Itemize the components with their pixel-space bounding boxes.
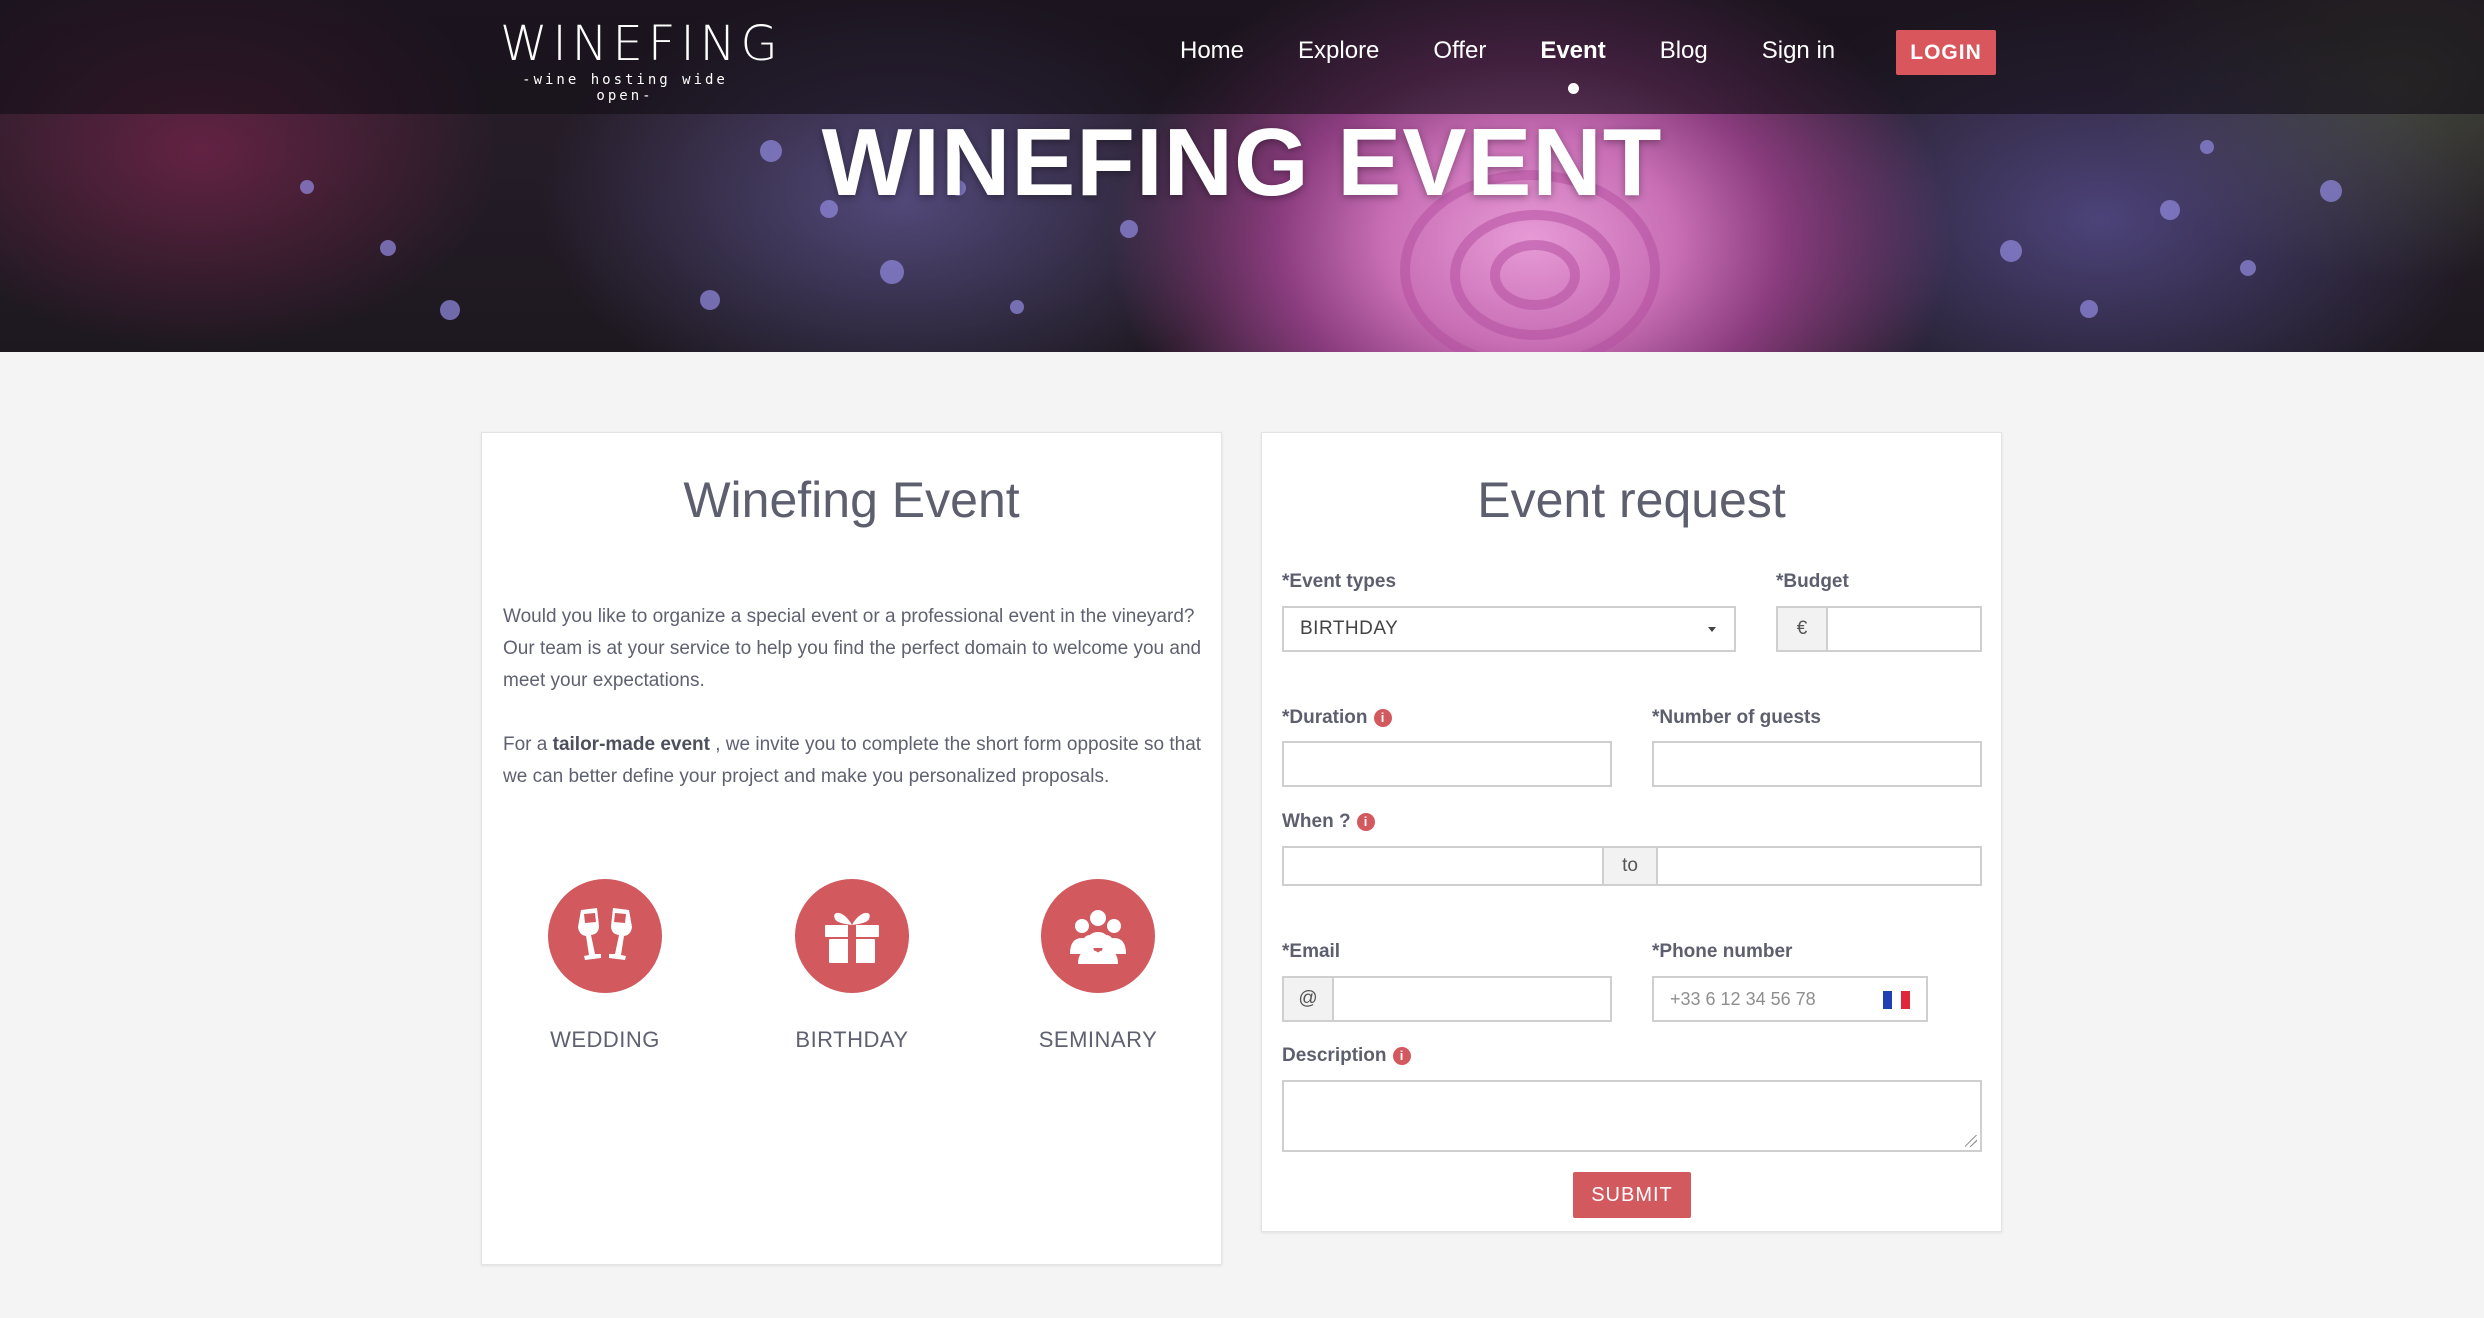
main-nav: Home Explore Offer Event Blog Sign in — [1180, 36, 1889, 94]
logo-wordmark: WINEFING — [500, 16, 783, 72]
gift-icon — [795, 879, 909, 993]
group-icon — [1041, 879, 1155, 993]
when-start-input[interactable] — [1282, 846, 1604, 886]
email-label: *Email — [1282, 941, 1341, 962]
champagne-glasses-icon — [548, 879, 662, 993]
nav-event[interactable]: Event — [1540, 36, 1606, 94]
event-type-wedding-label: WEDDING — [550, 1027, 660, 1052]
description-label: Description i — [1282, 1045, 1411, 1067]
email-input[interactable] — [1332, 976, 1612, 1022]
description-textarea[interactable] — [1282, 1080, 1982, 1152]
guests-input[interactable] — [1652, 741, 1982, 787]
event-info-title: Winefing Event — [683, 472, 1020, 528]
when-label-text: When ? — [1282, 811, 1351, 832]
event-types-label: *Event types — [1282, 571, 1397, 592]
phone-input[interactable]: +33 6 12 34 56 78 — [1652, 976, 1928, 1022]
winefing-logo[interactable]: WINEFING -wine hosting wide open- — [500, 16, 783, 104]
submit-button[interactable]: SUBMIT — [1573, 1172, 1691, 1218]
when-label: When ? i — [1282, 811, 1375, 833]
event-info-card: Winefing Event Would you like to organiz… — [481, 432, 1222, 1265]
hero-banner: WINEFING -wine hosting wide open- Home E… — [0, 0, 2484, 352]
intro-paragraph-1: Would you like to organize a special eve… — [503, 606, 1202, 691]
intro-paragraph-2-start: For a — [503, 734, 553, 755]
nav-offer[interactable]: Offer — [1433, 36, 1486, 66]
info-icon[interactable]: i — [1356, 813, 1375, 831]
euro-addon: € — [1776, 606, 1828, 652]
phone-placeholder: +33 6 12 34 56 78 — [1670, 989, 1816, 1009]
tailor-made-event-text: tailor-made event — [552, 734, 710, 755]
event-types-select[interactable]: BIRTHDAY — [1282, 606, 1736, 652]
france-flag-icon[interactable] — [1883, 991, 1910, 1009]
description-label-text: Description — [1282, 1045, 1387, 1066]
phone-label: *Phone number — [1652, 941, 1793, 962]
info-icon[interactable]: i — [1373, 709, 1392, 727]
duration-label: *Duration i — [1282, 707, 1392, 729]
event-type-birthday-label: BIRTHDAY — [795, 1027, 909, 1052]
budget-label: *Budget — [1776, 571, 1849, 592]
nav-blog[interactable]: Blog — [1660, 36, 1708, 66]
info-icon[interactable]: i — [1392, 1047, 1411, 1065]
event-info-text: Would you like to organize a special eve… — [503, 601, 1203, 793]
event-type-seminary-label: SEMINARY — [1038, 1027, 1158, 1052]
guests-label: *Number of guests — [1652, 707, 1821, 728]
duration-input[interactable] — [1282, 741, 1612, 787]
event-types-selected-value: BIRTHDAY — [1300, 618, 1399, 639]
event-request-title: Event request — [1477, 472, 1786, 528]
duration-label-text: *Duration — [1282, 707, 1368, 728]
chevron-down-icon — [1708, 627, 1716, 632]
when-end-input[interactable] — [1656, 846, 1982, 886]
event-type-birthday[interactable]: BIRTHDAY — [752, 879, 952, 1053]
intro-paragraph-2: For a tailor-made event , we invite you … — [503, 729, 1203, 793]
event-type-wedding[interactable]: WEDDING — [505, 879, 705, 1053]
nav-sign-in[interactable]: Sign in — [1762, 36, 1835, 66]
date-range-separator: to — [1602, 846, 1658, 886]
at-addon: @ — [1282, 976, 1334, 1022]
hero-title: WINEFING EVENT — [821, 109, 1663, 216]
login-button[interactable]: LOGIN — [1896, 30, 1996, 75]
logo-tagline: -wine hosting wide open- — [522, 72, 728, 104]
nav-home[interactable]: Home — [1180, 36, 1244, 66]
resize-handle-icon[interactable] — [1965, 1135, 1977, 1147]
budget-input[interactable] — [1826, 606, 1982, 652]
event-type-seminary[interactable]: SEMINARY — [998, 879, 1198, 1053]
nav-explore[interactable]: Explore — [1298, 36, 1379, 66]
